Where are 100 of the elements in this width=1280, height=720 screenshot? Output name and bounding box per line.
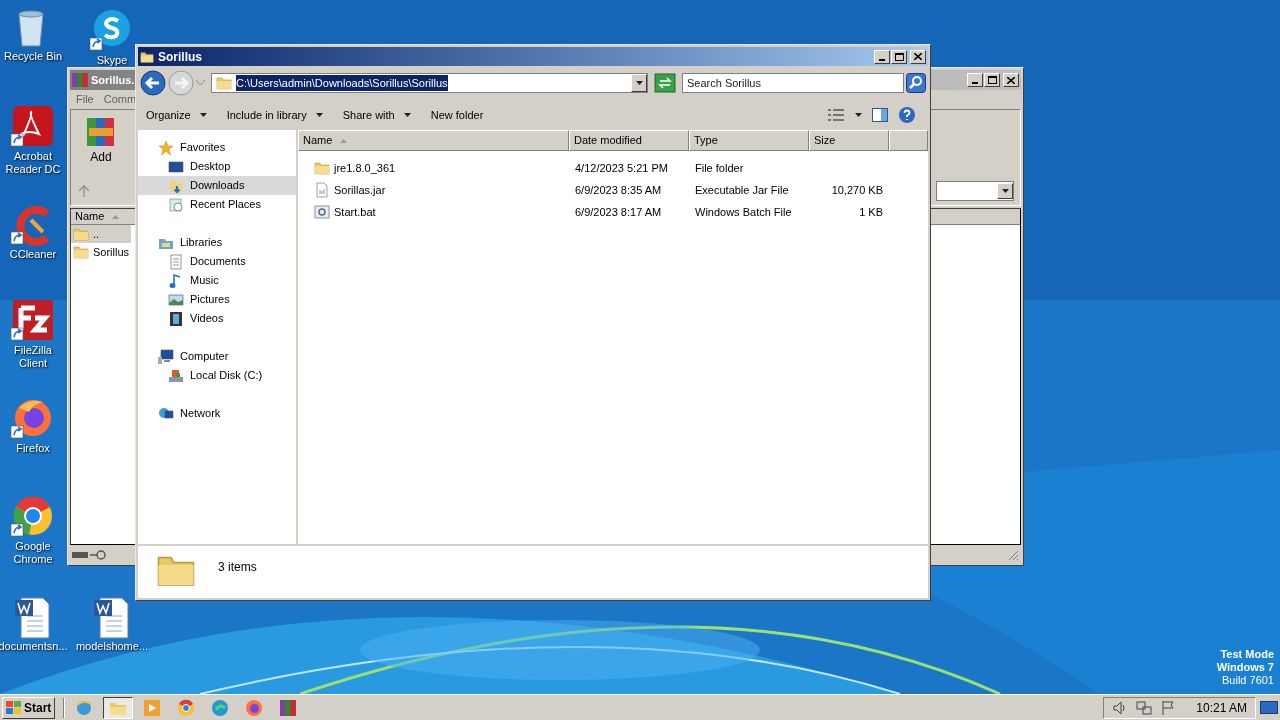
nav-item[interactable]: Computer: [138, 347, 296, 366]
browser-icon: [177, 698, 196, 717]
item-count: 3 items: [218, 559, 257, 576]
menu-item[interactable]: File: [76, 91, 94, 108]
dropdown-button[interactable]: [631, 74, 647, 92]
menu-item[interactable]: Comm: [103, 91, 137, 108]
close-button[interactable]: [1003, 73, 1019, 87]
file-row[interactable]: Sorillas.jar 6/9/2023 8:35 AM Executable Jar File 10,270 KB: [298, 179, 928, 201]
file-name: Sorillas.jar: [334, 182, 386, 198]
archive-icon: [72, 73, 88, 87]
icon-label: Skype: [96, 54, 128, 67]
preview-pane-icon[interactable]: [872, 108, 888, 122]
window-title: Sorillus: [158, 48, 202, 66]
command-button[interactable]: Share with: [342, 106, 411, 124]
caret-icon: [315, 113, 323, 117]
column-header[interactable]: Size: [809, 130, 889, 151]
network-icon[interactable]: [1136, 699, 1153, 716]
folder-icon: [73, 226, 89, 242]
column-header[interactable]: Date modified: [569, 130, 689, 151]
folder-icon: [140, 49, 154, 64]
close-button[interactable]: [910, 49, 926, 64]
icon-label: modelshome...: [75, 640, 149, 653]
nav-item[interactable]: Favorites: [138, 138, 296, 157]
minimize-button[interactable]: [874, 49, 890, 64]
icon-label: Acrobat Reader DC: [4, 150, 62, 176]
icon-label: CCleaner: [9, 248, 57, 261]
file-row[interactable]: Sorillus: [71, 243, 131, 261]
caret-icon: [855, 113, 862, 117]
dropdown-button[interactable]: [997, 183, 1013, 199]
address-field[interactable]: C:\Users\admin\Downloads\Sorillus\Sorillus: [211, 73, 648, 93]
folder-icon: [73, 244, 89, 260]
back-button[interactable]: [140, 70, 166, 96]
column-header[interactable]: Type: [689, 130, 809, 151]
system-notice: Windows 7: [1216, 661, 1274, 674]
file-row[interactable]: ..: [71, 225, 131, 243]
refresh-button[interactable]: [654, 73, 676, 93]
nav-item[interactable]: Music: [138, 271, 296, 290]
size-cell-text: 10,270 KB: [830, 182, 884, 198]
start-button[interactable]: Start: [2, 696, 56, 719]
drive-icon: [72, 551, 88, 559]
command-button[interactable]: New folder: [430, 106, 484, 124]
nav-item[interactable]: Desktop: [138, 157, 296, 176]
add-button[interactable]: Add: [85, 116, 117, 166]
nav-item[interactable]: Libraries: [138, 233, 296, 252]
drive-icon: [168, 367, 184, 384]
archive-icon: [85, 116, 117, 148]
system-notice: Build 7601: [1222, 674, 1274, 687]
column-header[interactable]: Name: [298, 130, 569, 151]
path-field[interactable]: [936, 181, 1014, 201]
date-cell-text: 4/12/2023 5:21 PM: [574, 160, 669, 176]
network-icon: [158, 405, 174, 422]
nav-item[interactable]: Documents: [138, 252, 296, 271]
resize-grip-icon: [1007, 549, 1019, 561]
caret-icon: [403, 113, 411, 117]
windows-logo-icon: [6, 700, 22, 715]
nav-item[interactable]: Local Disk (C:): [138, 366, 296, 385]
minimize-button[interactable]: [967, 73, 983, 87]
search-button[interactable]: [906, 73, 926, 93]
nav-item[interactable]: Network: [138, 404, 296, 423]
date-cell-text: 6/9/2023 8:35 AM: [574, 182, 663, 198]
caret-icon: [635, 81, 643, 85]
file-name: jre1.8.0_361: [334, 160, 396, 176]
nav-item[interactable]: Pictures: [138, 290, 296, 309]
maximize-button[interactable]: [891, 49, 907, 64]
icon-label: Google Chrome: [12, 540, 54, 566]
browser-icon: [245, 698, 264, 717]
close-icon: [914, 53, 922, 60]
maximize-button[interactable]: [984, 73, 1000, 87]
type-cell-text: Windows Batch File: [694, 204, 793, 220]
close-icon: [1007, 76, 1015, 84]
type-cell-text: File folder: [694, 160, 745, 176]
taskbar-button[interactable]: [103, 696, 134, 719]
column-header[interactable]: Name: [75, 208, 105, 225]
key-icon: [90, 550, 106, 560]
film-icon: [168, 310, 184, 327]
file-row[interactable]: Start.bat 6/9/2023 8:17 AM Windows Batch File 1 KB: [298, 201, 928, 223]
command-button[interactable]: Organize: [146, 106, 207, 124]
sort-arrow-icon: [340, 138, 348, 143]
icon-label: FileZilla Client: [13, 344, 53, 370]
view-icon[interactable]: [827, 108, 845, 122]
flag-icon[interactable]: [1160, 699, 1177, 716]
caret-icon: [199, 113, 207, 117]
help-icon[interactable]: [898, 106, 916, 124]
nav-item[interactable]: Recent Places: [138, 195, 296, 214]
maximize-icon: [987, 76, 997, 84]
archive-icon: [279, 698, 298, 717]
nav-item[interactable]: Downloads: [138, 176, 296, 195]
search-field[interactable]: Search Sorillus: [682, 73, 904, 93]
gear-file-icon: [314, 204, 330, 220]
minimize-icon: [879, 58, 885, 61]
minimize-icon: [972, 82, 978, 84]
date-cell-text: 6/9/2023 8:17 AM: [574, 204, 663, 220]
computer-icon: [158, 348, 174, 365]
show-desktop-icon[interactable]: [1260, 700, 1278, 715]
file-row[interactable]: jre1.8.0_361 4/12/2023 5:21 PM File folder: [298, 157, 928, 179]
command-button[interactable]: Include in library: [226, 106, 323, 124]
clock-icon: [168, 196, 184, 213]
nav-item[interactable]: Videos: [138, 309, 296, 328]
pictures-icon: [168, 291, 184, 308]
maximize-icon: [894, 52, 904, 61]
